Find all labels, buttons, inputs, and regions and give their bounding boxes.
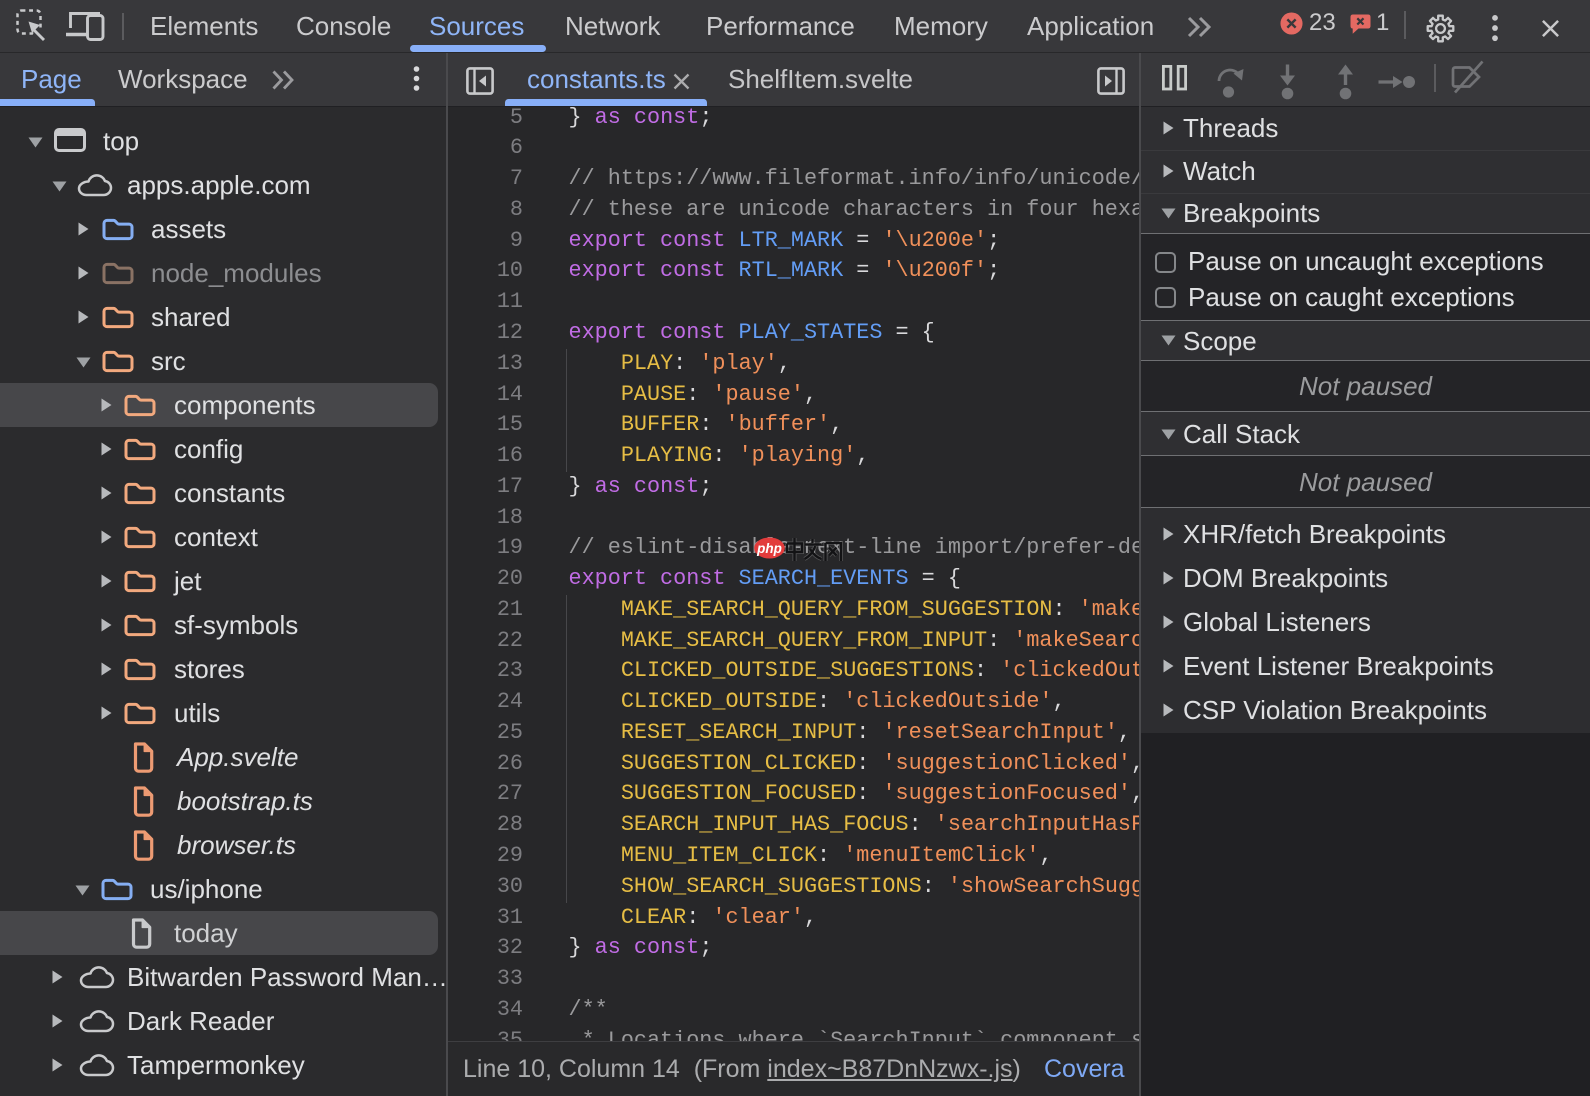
svg-text:php: php [756,541,782,556]
